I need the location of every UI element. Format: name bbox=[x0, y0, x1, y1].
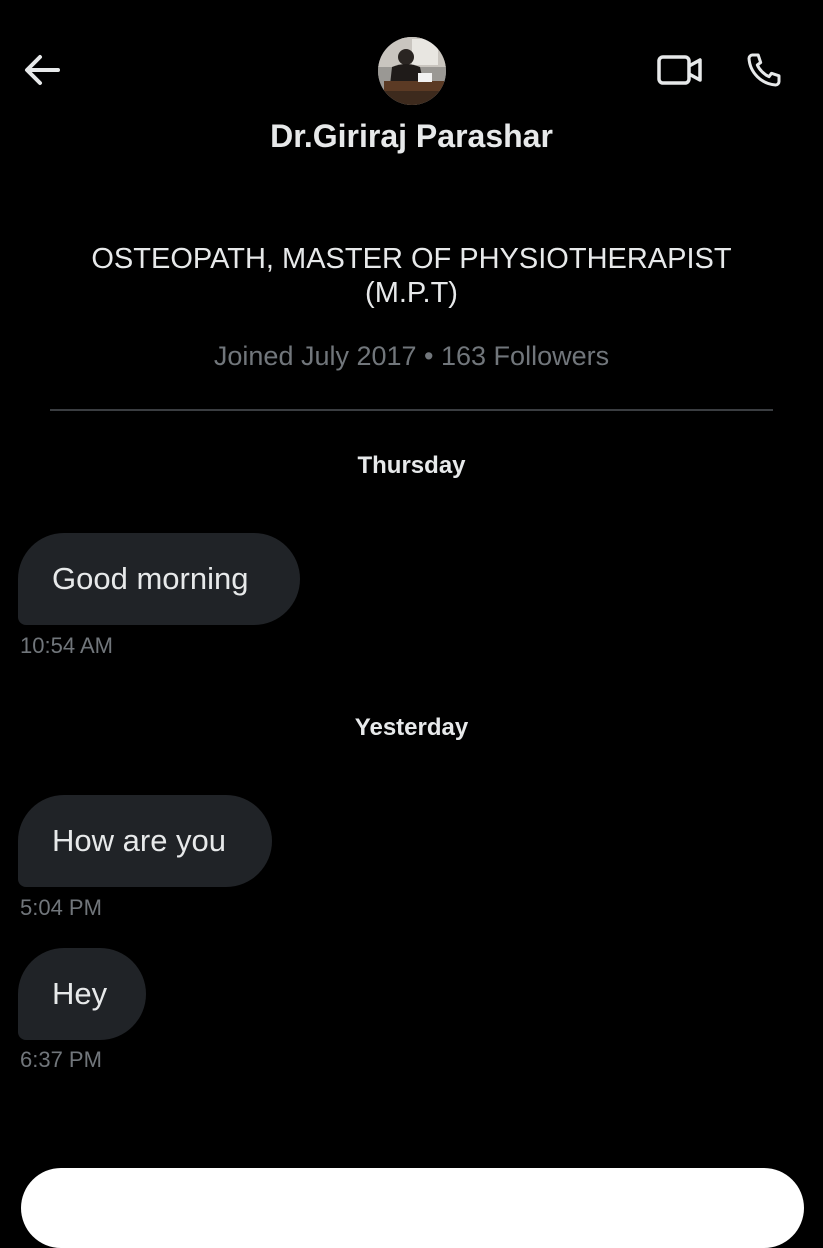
message-text: Good morning bbox=[52, 561, 249, 596]
message-bubble[interactable]: How are you bbox=[18, 795, 272, 887]
profile-bio: OSTEOPATH, MASTER OF PHYSIOTHERAPIST (M.… bbox=[60, 242, 763, 310]
message-bubble[interactable]: Hey bbox=[18, 948, 146, 1040]
arrow-left-icon bbox=[25, 55, 60, 85]
phone-icon bbox=[747, 53, 781, 87]
video-camera-icon bbox=[657, 55, 702, 85]
day-separator: Thursday bbox=[357, 452, 466, 479]
bio-line-1: OSTEOPATH, MASTER OF PHYSIOTHERAPIST bbox=[91, 243, 732, 275]
message-timestamp: 5:04 PM bbox=[20, 895, 102, 920]
back-button[interactable] bbox=[20, 50, 64, 90]
message-timestamp: 10:54 AM bbox=[20, 633, 113, 658]
profile-meta: Joined July 2017 • 163 Followers bbox=[213, 341, 610, 371]
message-bubble[interactable]: Good morning bbox=[18, 533, 300, 625]
voice-call-button[interactable] bbox=[740, 50, 788, 90]
message-timestamp: 6:37 PM bbox=[20, 1047, 102, 1072]
divider bbox=[50, 409, 773, 411]
message-text: Hey bbox=[52, 976, 108, 1011]
contact-name[interactable]: Dr.Giriraj Parashar bbox=[0, 118, 823, 155]
avatar[interactable] bbox=[378, 37, 446, 105]
avatar-photo bbox=[378, 37, 446, 105]
message-text: How are you bbox=[52, 823, 227, 858]
video-call-button[interactable] bbox=[656, 50, 704, 90]
bio-line-2: (M.P.T) bbox=[365, 277, 458, 309]
message-composer[interactable] bbox=[21, 1168, 804, 1248]
day-separator: Yesterday bbox=[354, 714, 469, 741]
